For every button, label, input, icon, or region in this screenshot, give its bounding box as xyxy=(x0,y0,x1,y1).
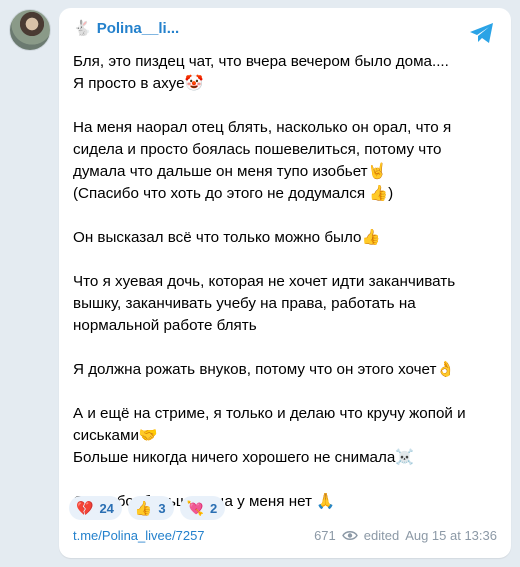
reaction-count: 2 xyxy=(210,500,218,516)
rabbit-icon: 🐇 xyxy=(73,19,92,37)
eye-icon xyxy=(341,531,358,540)
heart-arrow-icon: 💘 xyxy=(186,499,205,516)
message-line: думала что дальше он меня тупо изобьет🤘 xyxy=(73,163,387,180)
channel-header[interactable]: 🐇 Polina__li... xyxy=(73,20,179,37)
message-line: Что я хуевая дочь, которая не хочет идти… xyxy=(73,273,456,290)
message-paragraph: Он высказал всё что только можно было👍 xyxy=(73,227,503,249)
edited-label: edited xyxy=(363,528,400,543)
message-line: нормальной работе блять xyxy=(73,317,257,334)
message-line: Бля, это пиздец чат, что вчера вечером б… xyxy=(73,53,449,70)
message-paragraph: Бля, это пиздец чат, что вчера вечером б… xyxy=(73,51,503,95)
view-count: 671 xyxy=(314,528,336,543)
timestamp: Aug 15 at 13:36 xyxy=(405,528,497,543)
message-footer: t.me/Polina_livee/7257 671 edited Aug 15… xyxy=(73,528,497,543)
reaction-count: 3 xyxy=(158,500,166,516)
telegram-share-icon[interactable] xyxy=(469,22,495,44)
message-line: (Спасибо что хоть до этого не додумался … xyxy=(73,185,394,202)
message-line: Больше никогда ничего хорошего не снимал… xyxy=(73,449,415,466)
message-line: Он высказал всё что только можно было👍 xyxy=(73,229,381,246)
message-paragraph: На меня наорал отец блять, насколько он … xyxy=(73,117,503,205)
reaction-count: 24 xyxy=(99,500,114,516)
channel-name[interactable]: Polina__li... xyxy=(97,20,180,37)
reaction-heart-arrow[interactable]: 💘 2 xyxy=(179,496,226,520)
message-line: Я просто в ахуе🤡 xyxy=(73,75,204,92)
message-line: А и ещё на стриме, я только и делаю что … xyxy=(73,405,466,422)
message-line: Я должна рожать внуков, потому что он эт… xyxy=(73,361,456,378)
message-paragraph: Что я хуевая дочь, которая не хочет идти… xyxy=(73,271,503,337)
reaction-broken-heart[interactable]: 💔 24 xyxy=(69,496,122,520)
channel-avatar[interactable] xyxy=(9,9,51,51)
thumbs-up-icon: 👍 xyxy=(134,499,153,516)
post-link[interactable]: t.me/Polina_livee/7257 xyxy=(73,528,205,543)
message-paragraph: А и ещё на стриме, я только и делаю что … xyxy=(73,403,503,469)
message-meta: 671 edited Aug 15 at 13:36 xyxy=(314,528,497,543)
broken-heart-icon: 💔 xyxy=(76,499,94,516)
message-line: сидела и просто боялась пошевелиться, по… xyxy=(73,141,442,158)
reactions-bar: 💔 24 👍 3 💘 2 xyxy=(69,496,226,520)
reaction-thumbs-up[interactable]: 👍 3 xyxy=(127,496,174,520)
message-line: сиськами🤝 xyxy=(73,427,158,444)
message-line: На меня наорал отец блять, насколько он … xyxy=(73,119,452,136)
message-paragraph: Я должна рожать внуков, потому что он эт… xyxy=(73,359,503,381)
message-line: вышку, заканчивать учебу на права, работ… xyxy=(73,295,416,312)
message-bubble: 🐇 Polina__li... Бля, это пиздец чат, что… xyxy=(59,8,511,558)
message-text: Бля, это пиздец чат, что вчера вечером б… xyxy=(73,51,503,535)
